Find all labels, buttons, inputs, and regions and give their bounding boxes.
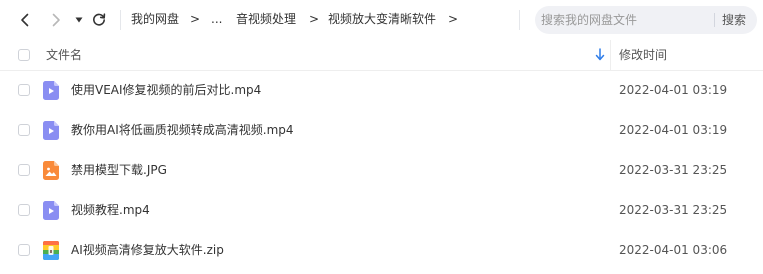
table-row[interactable]: 教你用AI将低画质视频转成高清视频.mp4 2022-04-01 03:19 <box>0 110 763 150</box>
breadcrumb-separator: > <box>448 12 459 26</box>
chevron-right-icon <box>52 13 60 27</box>
history-dropdown-button[interactable] <box>73 8 85 32</box>
breadcrumb-my-drive[interactable]: 我的网盘 <box>131 11 179 27</box>
back-button[interactable] <box>15 8 35 32</box>
video-file-icon <box>43 81 59 100</box>
column-header-name[interactable]: 文件名 <box>46 47 82 63</box>
row-checkbox[interactable] <box>18 164 30 176</box>
breadcrumb-audio-video[interactable]: 音视频处理 <box>236 11 296 27</box>
breadcrumb-ellipsis[interactable]: ... <box>211 11 222 27</box>
search-input[interactable] <box>535 6 705 34</box>
video-file-icon <box>43 201 59 220</box>
file-modified-time: 2022-03-31 23:25 <box>619 203 728 217</box>
table-header: 文件名 修改时间 <box>0 40 763 71</box>
chevron-left-icon <box>21 13 29 27</box>
video-file-icon <box>43 121 59 140</box>
row-checkbox[interactable] <box>18 244 30 256</box>
caret-down-icon <box>75 17 83 23</box>
forward-button[interactable] <box>46 8 66 32</box>
search-button[interactable]: 搜索 <box>722 12 746 28</box>
table-row[interactable]: 禁用模型下载.JPG 2022-03-31 23:25 <box>0 150 763 190</box>
file-name[interactable]: 视频教程.mp4 <box>71 202 150 218</box>
row-checkbox[interactable] <box>18 124 30 136</box>
column-divider <box>610 40 611 70</box>
toolbar-divider <box>519 10 520 30</box>
file-modified-time: 2022-04-01 03:06 <box>619 243 728 257</box>
row-checkbox[interactable] <box>18 204 30 216</box>
table-row[interactable]: AI视频高清修复放大软件.zip 2022-04-01 03:06 <box>0 230 763 270</box>
breadcrumb-separator: > <box>190 12 201 26</box>
refresh-icon <box>93 13 106 26</box>
file-name[interactable]: 禁用模型下载.JPG <box>71 162 167 178</box>
file-modified-time: 2022-04-01 03:19 <box>619 83 728 97</box>
file-modified-time: 2022-04-01 03:19 <box>619 123 728 137</box>
image-file-icon <box>43 161 59 180</box>
file-name[interactable]: 使用VEAI修复视频的前后对比.mp4 <box>71 82 261 98</box>
breadcrumb-current-folder[interactable]: 视频放大变清晰软件 <box>328 11 436 27</box>
search-divider <box>714 13 715 27</box>
zip-file-icon <box>43 241 59 260</box>
toolbar: 我的网盘 > ... 音视频处理 > 视频放大变清晰软件 > 搜索 <box>0 0 763 40</box>
file-name[interactable]: 教你用AI将低画质视频转成高清视频.mp4 <box>71 122 294 138</box>
file-modified-time: 2022-03-31 23:25 <box>619 163 728 177</box>
refresh-button[interactable] <box>89 8 109 32</box>
breadcrumb-separator: > <box>309 12 320 26</box>
toolbar-divider <box>120 10 121 30</box>
row-checkbox[interactable] <box>18 84 30 96</box>
table-row[interactable]: 视频教程.mp4 2022-03-31 23:25 <box>0 190 763 230</box>
table-row[interactable]: 使用VEAI修复视频的前后对比.mp4 2022-04-01 03:19 <box>0 70 763 110</box>
column-header-modified[interactable]: 修改时间 <box>619 47 667 63</box>
file-name[interactable]: AI视频高清修复放大软件.zip <box>71 242 224 258</box>
select-all-checkbox[interactable] <box>18 49 30 61</box>
search-box: 搜索 <box>535 6 757 34</box>
arrow-down-icon[interactable] <box>595 48 605 61</box>
